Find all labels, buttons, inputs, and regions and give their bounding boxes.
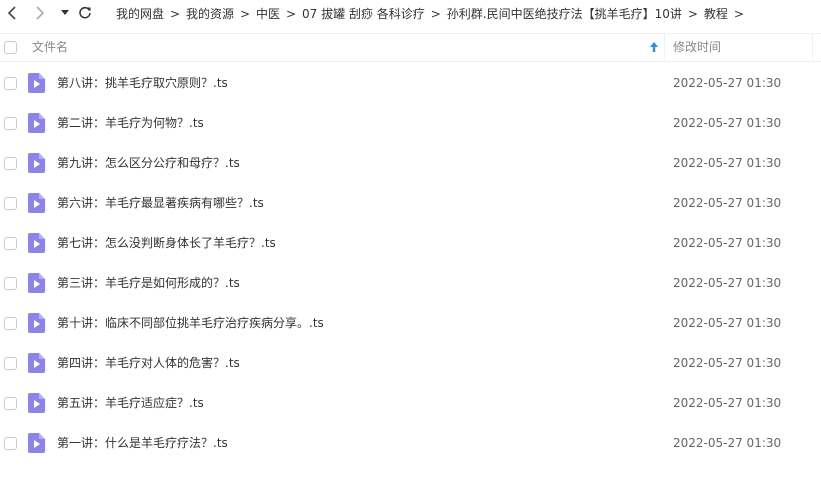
breadcrumb-separator: > <box>286 6 297 21</box>
breadcrumb-separator: > <box>430 6 441 21</box>
video-file-icon <box>28 433 45 453</box>
file-name: 第一讲：什么是羊毛疗疗法？.ts <box>57 436 228 450</box>
file-list: 第八讲：挑羊毛疗取穴原则？.ts 2022-05-27 01:30 第二讲：羊毛… <box>0 63 821 463</box>
row-checkbox[interactable] <box>4 437 17 450</box>
refresh-icon <box>79 6 91 19</box>
breadcrumb-separator: > <box>240 6 251 21</box>
file-row[interactable]: 第三讲：羊毛疗是如何形成的？.ts 2022-05-27 01:30 <box>0 263 821 303</box>
chevron-right-icon <box>36 6 45 20</box>
file-name: 第五讲：羊毛疗适应症？.ts <box>57 396 204 410</box>
file-row[interactable]: 第四讲：羊毛疗对人体的危害？.ts 2022-05-27 01:30 <box>0 343 821 383</box>
video-file-icon <box>28 113 45 133</box>
file-row[interactable]: 第七讲：怎么没判断身体长了羊毛疗？.ts 2022-05-27 01:30 <box>0 223 821 263</box>
file-modified-time: 2022-05-27 01:30 <box>673 196 782 210</box>
video-file-icon <box>28 353 45 373</box>
row-checkbox[interactable] <box>4 197 17 210</box>
column-header-modified-time[interactable]: 修改时间 <box>673 34 721 61</box>
video-file-icon <box>28 153 45 173</box>
file-row[interactable]: 第二讲：羊毛疗为何物？.ts 2022-05-27 01:30 <box>0 103 821 143</box>
file-name: 第九讲：怎么区分公疗和母疗？.ts <box>57 156 240 170</box>
file-name: 第十讲：临床不同部位挑羊毛疗治疗疾病分享。.ts <box>57 316 324 330</box>
file-name: 第八讲：挑羊毛疗取穴原则？.ts <box>57 76 228 90</box>
breadcrumb-item-my-resources[interactable]: 我的资源 <box>186 5 234 22</box>
video-file-icon <box>28 313 45 333</box>
history-dropdown-button[interactable] <box>58 3 72 23</box>
row-checkbox[interactable] <box>4 237 17 250</box>
file-modified-time: 2022-05-27 01:30 <box>673 276 782 290</box>
column-divider[interactable] <box>812 34 813 61</box>
row-checkbox[interactable] <box>4 157 17 170</box>
breadcrumb-separator: > <box>169 6 181 21</box>
row-checkbox[interactable] <box>4 317 17 330</box>
file-modified-time: 2022-05-27 01:30 <box>673 76 782 90</box>
row-checkbox[interactable] <box>4 77 17 90</box>
video-file-icon <box>28 233 45 253</box>
file-row[interactable]: 第十讲：临床不同部位挑羊毛疗治疗疾病分享。.ts 2022-05-27 01:3… <box>0 303 821 343</box>
chevron-left-icon <box>7 6 16 20</box>
file-name: 第七讲：怎么没判断身体长了羊毛疗？.ts <box>57 236 276 250</box>
file-row[interactable]: 第五讲：羊毛疗适应症？.ts 2022-05-27 01:30 <box>0 383 821 423</box>
file-modified-time: 2022-05-27 01:30 <box>673 436 782 450</box>
forward-button[interactable] <box>30 3 50 23</box>
back-button[interactable] <box>2 3 22 23</box>
breadcrumb-item-my-drive[interactable]: 我的网盘 <box>116 5 164 22</box>
navigation-bar: 我的网盘 > 我的资源 > 中医 > 07 拔罐 刮痧 各科诊疗 > 孙利群.民… <box>0 0 821 27</box>
file-name: 第六讲：羊毛疗最显著疾病有哪些？.ts <box>57 196 264 210</box>
video-file-icon <box>28 73 45 93</box>
video-file-icon <box>28 393 45 413</box>
video-file-icon <box>28 273 45 293</box>
breadcrumb-item-cupping[interactable]: 07 拔罐 刮痧 各科诊疗 <box>302 5 425 22</box>
caret-down-icon <box>61 10 69 15</box>
breadcrumb-item-tcm[interactable]: 中医 <box>256 5 280 22</box>
file-name: 第二讲：羊毛疗为何物？.ts <box>57 116 204 130</box>
column-divider[interactable] <box>664 34 665 61</box>
breadcrumb: 我的网盘 > 我的资源 > 中医 > 07 拔罐 刮痧 各科诊疗 > 孙利群.民… <box>116 0 750 27</box>
file-row[interactable]: 第九讲：怎么区分公疗和母疗？.ts 2022-05-27 01:30 <box>0 143 821 183</box>
file-row[interactable]: 第一讲：什么是羊毛疗疗法？.ts 2022-05-27 01:30 <box>0 423 821 463</box>
file-row[interactable]: 第八讲：挑羊毛疗取穴原则？.ts 2022-05-27 01:30 <box>0 63 821 103</box>
file-modified-time: 2022-05-27 01:30 <box>673 156 782 170</box>
file-modified-time: 2022-05-27 01:30 <box>673 356 782 370</box>
row-checkbox[interactable] <box>4 277 17 290</box>
row-checkbox[interactable] <box>4 117 17 130</box>
file-name: 第四讲：羊毛疗对人体的危害？.ts <box>57 356 240 370</box>
file-row[interactable]: 第六讲：羊毛疗最显著疾病有哪些？.ts 2022-05-27 01:30 <box>0 183 821 223</box>
breadcrumb-separator: > <box>733 6 744 21</box>
file-modified-time: 2022-05-27 01:30 <box>673 316 782 330</box>
file-modified-time: 2022-05-27 01:30 <box>673 396 782 410</box>
breadcrumb-separator: > <box>687 6 698 21</box>
file-name: 第三讲：羊毛疗是如何形成的？.ts <box>57 276 240 290</box>
column-header-name[interactable]: 文件名 <box>32 34 68 61</box>
sort-ascending-icon[interactable] <box>648 40 660 54</box>
row-checkbox[interactable] <box>4 357 17 370</box>
video-file-icon <box>28 193 45 213</box>
row-checkbox[interactable] <box>4 397 17 410</box>
file-list-header: 文件名 修改时间 <box>0 33 821 62</box>
refresh-button[interactable] <box>75 3 95 23</box>
breadcrumb-item-tutorial[interactable]: 教程 <box>704 5 728 22</box>
breadcrumb-item-course[interactable]: 孙利群.民间中医绝技疗法【挑羊毛疗】10讲 <box>447 5 682 22</box>
file-modified-time: 2022-05-27 01:30 <box>673 116 782 130</box>
file-modified-time: 2022-05-27 01:30 <box>673 236 782 250</box>
select-all-checkbox[interactable] <box>4 41 17 54</box>
